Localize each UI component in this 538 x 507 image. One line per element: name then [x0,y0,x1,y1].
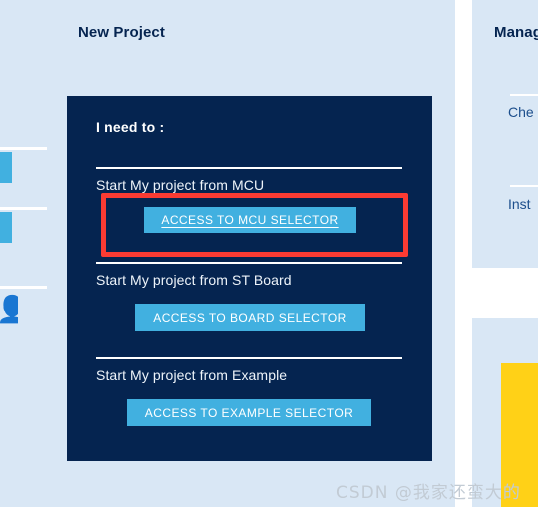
manage-separator-2 [510,185,538,187]
rail-separator-3 [0,286,47,289]
rail-separator-1 [0,147,47,150]
person-search-icon[interactable]: 👤🔍 [0,294,18,324]
rail-button-2-label: OK [0,218,12,232]
step-label-example: Start My project from Example [96,367,288,383]
watermark-text: CSDN @我家还蛮大的 [336,483,521,503]
rail-button-1-label: OK [0,158,12,172]
access-to-board-selector-label: ACCESS TO BOARD SELECTOR [153,310,347,325]
rail-button-1[interactable]: OK [0,152,12,183]
separator-board [96,262,402,264]
separator-example [96,357,402,359]
right-panel-divider-gap [472,268,538,318]
page-title: New Project [78,24,165,41]
manage-item-check[interactable]: Che [508,104,534,120]
access-to-example-selector-label: ACCESS TO EXAMPLE SELECTOR [144,405,354,420]
manage-separator-1 [510,94,538,96]
step-label-board: Start My project from ST Board [96,272,292,288]
access-to-example-selector-button[interactable]: ACCESS TO EXAMPLE SELECTOR [127,399,371,426]
separator-mcu [96,167,402,169]
panel-divider-gap [455,0,472,507]
application-window: OK OK 👤🔍 New Project I need to : Start M… [0,0,538,507]
new-project-dark-panel: I need to : Start My project from MCU AC… [67,96,432,461]
highlight-annotation-box [101,193,408,257]
step-label-mcu: Start My project from MCU [96,177,265,193]
access-to-board-selector-button[interactable]: ACCESS TO BOARD SELECTOR [135,304,365,331]
rail-separator-2 [0,207,47,210]
manage-item-install[interactable]: Inst [508,196,531,212]
manage-card-title: Manag [494,24,538,41]
i-need-to-heading: I need to : [96,119,165,135]
rail-button-2[interactable]: OK [0,212,12,243]
